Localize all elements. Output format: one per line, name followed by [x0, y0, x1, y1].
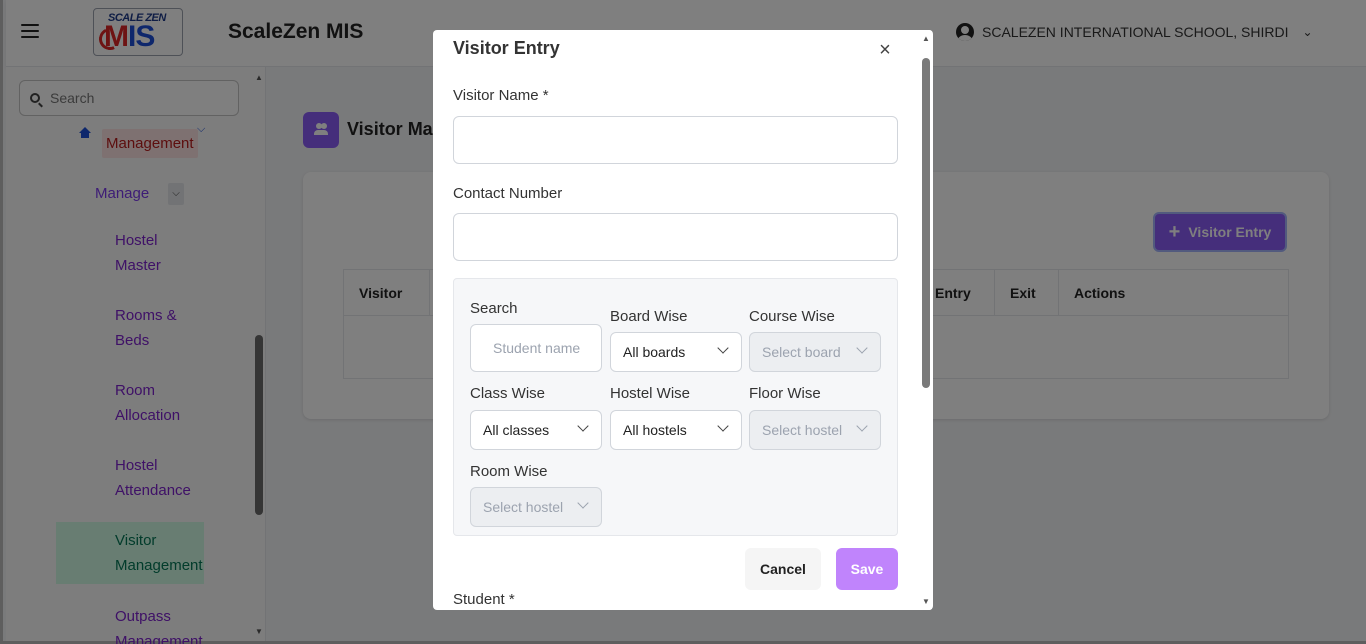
chevron-down-icon	[577, 497, 589, 509]
modal-scrollbar[interactable]: ▲ ▼	[920, 30, 932, 610]
hostel-select-value: All hostels	[623, 422, 687, 438]
room-select-value: Select hostel	[483, 499, 564, 515]
board-select-value: All boards	[623, 344, 686, 360]
contact-number-label: Contact Number	[453, 185, 563, 202]
chevron-down-icon	[856, 342, 868, 354]
course-select[interactable]: Select board	[749, 332, 881, 372]
student-filter-panel: Search Board Wise All boards Course Wise…	[453, 278, 898, 536]
contact-number-input[interactable]	[453, 213, 898, 261]
class-select-value: All classes	[483, 422, 550, 438]
floor-select-value: Select hostel	[762, 422, 843, 438]
cancel-button[interactable]: Cancel	[745, 548, 821, 590]
visitor-entry-modal: Visitor Entry × Visitor Name * Contact N…	[433, 30, 933, 610]
modal-title: Visitor Entry	[453, 38, 560, 58]
save-button[interactable]: Save	[836, 548, 898, 590]
student-label: Student *	[453, 591, 515, 608]
board-select[interactable]: All boards	[610, 332, 742, 372]
course-filter-label: Course Wise	[749, 308, 835, 325]
room-select[interactable]: Select hostel	[470, 487, 602, 527]
chevron-down-icon	[717, 420, 729, 432]
hostel-select[interactable]: All hostels	[610, 410, 742, 450]
search-filter-label: Search	[470, 300, 518, 317]
floor-select[interactable]: Select hostel	[749, 410, 881, 450]
scrollbar-thumb[interactable]	[922, 58, 930, 388]
chevron-down-icon	[717, 342, 729, 354]
scroll-down-icon[interactable]: ▼	[922, 597, 930, 606]
hostel-filter-label: Hostel Wise	[610, 385, 691, 402]
room-filter-label: Room Wise	[470, 463, 548, 480]
chevron-down-icon	[856, 420, 868, 432]
board-filter-label: Board Wise	[610, 308, 688, 325]
floor-filter-label: Floor Wise	[749, 385, 821, 402]
student-search-input[interactable]	[470, 324, 602, 372]
course-select-value: Select board	[762, 344, 841, 360]
scroll-up-icon[interactable]: ▲	[922, 34, 930, 43]
class-select[interactable]: All classes	[470, 410, 602, 450]
close-icon[interactable]: ×	[875, 40, 895, 60]
visitor-name-label: Visitor Name *	[453, 87, 549, 104]
visitor-name-input[interactable]	[453, 116, 898, 164]
chevron-down-icon	[577, 420, 589, 432]
class-filter-label: Class Wise	[470, 385, 546, 402]
